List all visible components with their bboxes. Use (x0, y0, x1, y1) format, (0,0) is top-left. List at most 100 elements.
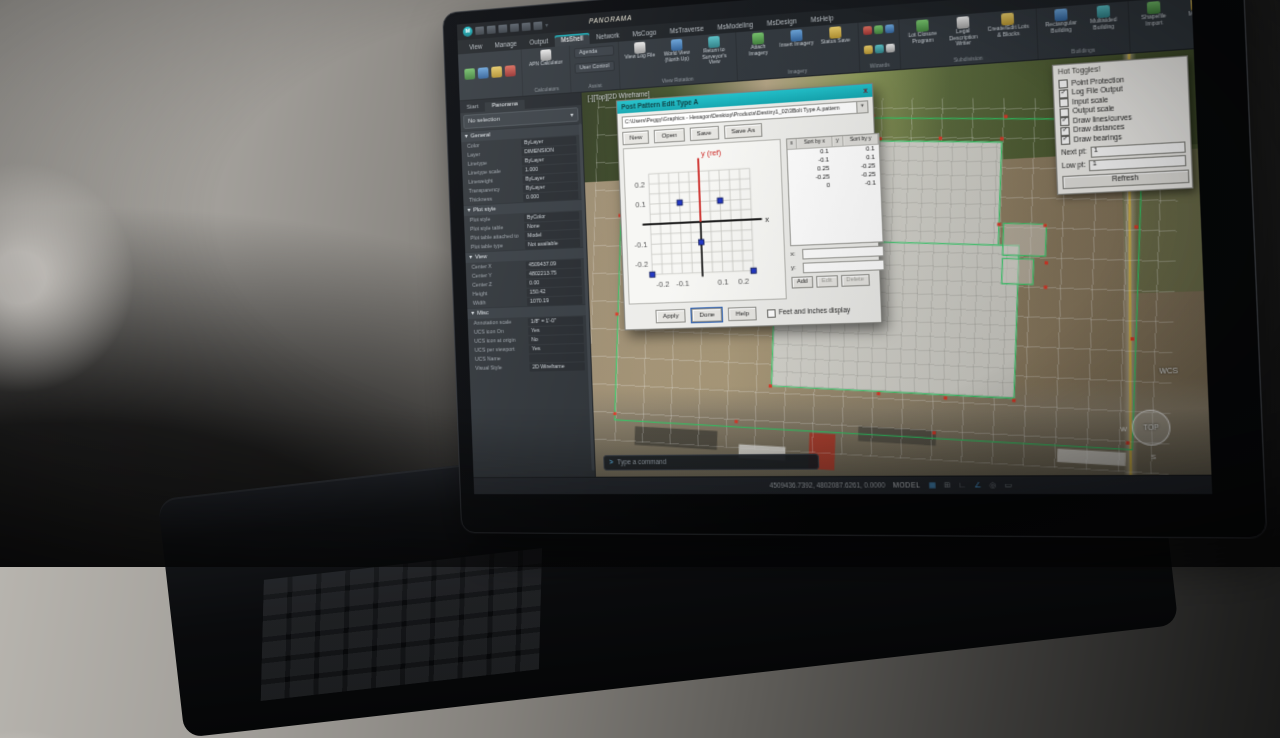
lots-blocks-button[interactable]: Create/Edit Lots & Blocks (985, 11, 1032, 40)
sort-by-x-button[interactable]: Sort by x (798, 137, 832, 149)
checkbox-icon[interactable] (1059, 89, 1069, 98)
points-rows: 0.1 0.1 -0.1 0.1 0.25 -0.25 -0.25 -0.25 (787, 145, 880, 193)
warehouse-annex[interactable] (1002, 223, 1047, 257)
automap-icon[interactable] (478, 67, 489, 79)
file-tab-drawing[interactable]: Panorama (485, 100, 525, 112)
add-button[interactable]: Add (791, 276, 813, 288)
low-pt-input[interactable]: 1 (1089, 154, 1186, 170)
next-pt-label: Next pt: (1061, 148, 1087, 157)
world-view-button[interactable]: World View (North Up) (659, 38, 694, 65)
status-save-button[interactable]: Status Save (817, 25, 854, 46)
combo-arrow-icon[interactable]: ▾ (856, 101, 867, 112)
lots-blocks-icon (1001, 13, 1014, 26)
svg-text:0.1: 0.1 (718, 277, 729, 287)
quick-access-dropdown-icon[interactable]: ▾ (545, 21, 548, 28)
model-space-button[interactable]: MODEL (893, 482, 921, 490)
points-list[interactable]: x Sort by x y Sort by y 0.1 0.1 (786, 133, 884, 246)
checkbox-icon[interactable] (1060, 127, 1070, 136)
lot-closure-button[interactable]: Lot Closure Program (904, 18, 942, 46)
checkbox-icon[interactable] (1058, 80, 1068, 89)
drawing-viewport[interactable]: [-][Top][2D Wireframe] WCS TOP W S > Typ… (582, 49, 1212, 476)
toggles-icon[interactable] (491, 66, 502, 78)
new-file-icon[interactable] (475, 26, 484, 35)
pattern-plot-frame[interactable]: xy (ref)-0.2-0.2-0.1-0.10.10.10.20.2 (623, 139, 787, 305)
undo-icon[interactable] (522, 22, 531, 31)
system-settings-icon[interactable] (505, 65, 516, 77)
view-log-file-button[interactable]: View Log File (623, 41, 657, 62)
calculator-icon (540, 49, 551, 61)
gis-modify-button[interactable]: Modify (1177, 0, 1194, 19)
image-icon (752, 32, 764, 44)
command-line[interactable]: > Type a command (603, 454, 819, 471)
sort-by-y-button[interactable]: Sort by y (844, 134, 879, 146)
checkbox-icon[interactable] (1061, 136, 1071, 145)
ribbon-group-wizards: Wizards (858, 19, 901, 71)
rectangular-building-button[interactable]: Rectangular Building (1041, 7, 1081, 36)
save-icon[interactable] (498, 24, 507, 33)
annotation-icon[interactable]: ▭ (1004, 481, 1012, 490)
edit-button[interactable]: Edit (816, 275, 838, 287)
attach-imagery-button[interactable]: Attach Imagery (740, 31, 776, 58)
coordinates-readout: 4509436.7392, 4802087.6261, 0.0000 (769, 482, 885, 490)
chevron-icon: ▾ (467, 208, 470, 214)
checkbox-icon[interactable] (767, 309, 776, 318)
help-button[interactable]: Help (728, 307, 757, 322)
user-control-dropdown[interactable]: User Control (574, 61, 614, 74)
grid-icon[interactable]: ▦ (928, 481, 936, 490)
viewcube[interactable]: TOP (1131, 409, 1171, 445)
building-poly-icon (1096, 5, 1110, 18)
app-logo-icon: M (463, 26, 473, 37)
redo-icon[interactable] (533, 21, 542, 30)
osnap-icon[interactable]: ◎ (989, 481, 996, 490)
wizard-icon[interactable] (863, 26, 872, 35)
svg-text:0.2: 0.2 (738, 277, 749, 287)
ortho-icon[interactable]: ∟ (958, 482, 966, 490)
polar-icon[interactable]: ∠ (974, 481, 982, 490)
wizard-icon[interactable] (886, 44, 895, 53)
agenda-dropdown[interactable]: Agenda (574, 45, 614, 58)
svg-text:-0.1: -0.1 (634, 240, 647, 250)
wizard-icon[interactable] (885, 24, 894, 33)
compass-west-label[interactable]: W (1120, 427, 1127, 434)
delete-button[interactable]: Delete (841, 274, 870, 287)
print-icon[interactable] (510, 23, 519, 32)
snap-icon[interactable]: ⊞ (944, 481, 951, 490)
save-status-icon (829, 26, 841, 39)
wizard-icon[interactable] (863, 45, 872, 54)
checkbox-icon[interactable] (1059, 98, 1069, 107)
apply-button[interactable]: Apply (655, 309, 686, 323)
smart-point-icon[interactable] (464, 68, 475, 80)
shapefile-import-button[interactable]: Shapefile Import (1133, 0, 1174, 29)
return-surveyors-view-button[interactable]: Return to Surveyor's View (696, 35, 732, 68)
wizard-icon[interactable] (874, 44, 883, 53)
y-input[interactable] (803, 259, 885, 273)
save-as-button[interactable]: Save As (724, 123, 763, 139)
insert-imagery-button[interactable]: Insert Imagery (778, 28, 814, 49)
open-file-icon[interactable] (487, 25, 496, 34)
multisided-building-button[interactable]: Multisided Building (1083, 4, 1123, 33)
warehouse-annex[interactable] (1001, 258, 1034, 285)
dialog-title: Post Pattern Edit Type A (621, 98, 698, 110)
save-button[interactable]: Save (689, 126, 719, 141)
status-bar: 4509436.7392, 4802087.6261, 0.0000 MODEL… (474, 475, 1213, 494)
command-prompt-text[interactable]: Type a command (617, 459, 666, 467)
done-button[interactable]: Done (692, 308, 722, 322)
globe-icon (671, 39, 683, 51)
close-icon[interactable]: x (863, 87, 868, 95)
refresh-button[interactable]: Refresh (1062, 169, 1189, 189)
new-button[interactable]: New (622, 130, 649, 145)
file-tab-start[interactable]: Start (460, 103, 485, 114)
open-button[interactable]: Open (654, 128, 684, 143)
legal-description-button[interactable]: Legal Description Writer (944, 15, 983, 49)
checkbox-icon[interactable] (1059, 108, 1069, 117)
wizard-icon[interactable] (874, 25, 883, 34)
property-row[interactable]: Visual Style 2D Wireframe (469, 361, 591, 373)
compass-south-label[interactable]: S (1151, 455, 1156, 462)
checkbox-icon[interactable] (1060, 117, 1070, 126)
ribbon-group-subdivision: Lot Closure Program Legal Description Wr… (899, 9, 1038, 69)
apn-calculator-button[interactable]: APN Calculator (526, 48, 566, 69)
x-input[interactable] (802, 246, 884, 260)
ribbon-group-gis: Shapefile Import Modify Attributes GIS (1128, 0, 1193, 53)
plot-style-rows: Plot style ByColor Plot style table None… (464, 210, 586, 252)
svg-text:x: x (765, 214, 770, 224)
